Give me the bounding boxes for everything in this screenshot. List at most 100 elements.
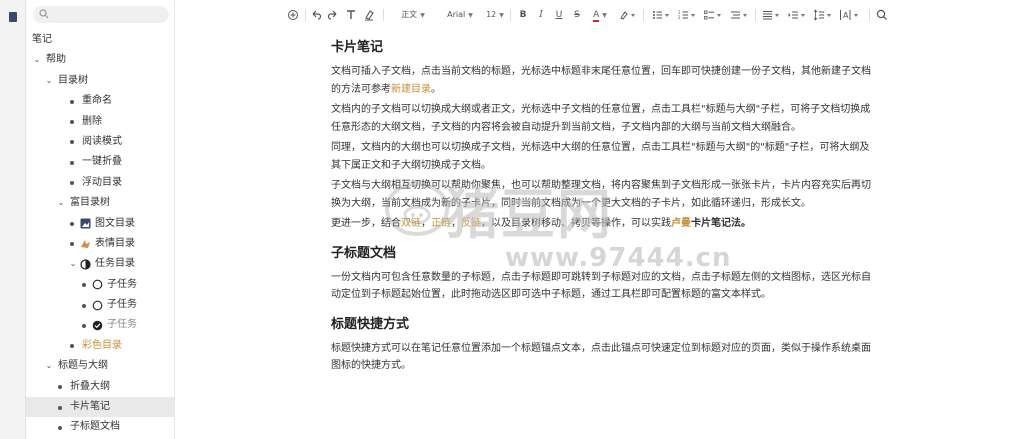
task-list-icon[interactable]: [703, 8, 723, 22]
paragraph: 一份文档内可包含任意数量的子标题，点击子标题即可跳转到子标题对应的文档，点击子标…: [331, 271, 871, 301]
link-luhmann[interactable]: 卢曼: [671, 218, 691, 229]
heading-heading-shortcut: 标题快捷方式: [331, 316, 410, 332]
align-icon[interactable]: [761, 8, 781, 22]
numbered-list-icon[interactable]: 12: [677, 8, 697, 22]
chevron-down-icon[interactable]: ⌄: [44, 356, 54, 376]
tree-item-task-dir[interactable]: ⌄ 任务目录: [26, 254, 174, 274]
chevron-down-icon: ▼: [468, 12, 473, 19]
bold-icon[interactable]: B: [517, 8, 529, 22]
notebook-icon[interactable]: [9, 12, 17, 22]
watermark-url: www.97444.cn: [505, 243, 732, 273]
chevron-down-icon[interactable]: ⌄: [32, 50, 42, 70]
underline-icon[interactable]: U: [553, 8, 565, 22]
checkbox-empty-icon[interactable]: [92, 300, 103, 311]
tree-item-reading-mode[interactable]: 阅读模式: [26, 132, 174, 152]
text: 。: [431, 83, 441, 95]
tree-item-delete[interactable]: 删除: [26, 112, 174, 132]
tree-item-floating[interactable]: 浮动目录: [26, 173, 174, 193]
chevron-down-icon: ▼: [420, 12, 425, 19]
list-level-icon[interactable]: [729, 8, 749, 22]
tree-item-rich-tree[interactable]: ⌄ 富目录树: [26, 193, 174, 213]
tree-item-label: 折叠大纲: [70, 380, 110, 392]
chevron-down-icon[interactable]: ⌄: [68, 254, 78, 274]
tree-item-label: 阅读模式: [82, 135, 122, 147]
tree-item-label: 彩色目录: [82, 339, 122, 351]
font-size-select[interactable]: 12 ▼: [483, 8, 507, 22]
redo-icon[interactable]: [327, 8, 339, 22]
app-window: 笔记 ⌄ 帮助 ⌄ 目录树 重命名 删除 阅读模式 一键折叠 浮动目录 ⌄ 富目…: [0, 0, 1024, 439]
tree-item-notes[interactable]: 笔记: [26, 30, 174, 50]
highlight-icon[interactable]: [619, 8, 637, 22]
tree-item-label: 富目录树: [70, 197, 110, 209]
task-progress-icon: [80, 259, 91, 270]
bullet-icon: [82, 323, 86, 328]
search-icon: [39, 9, 49, 19]
tree-item-label: 目录树: [58, 74, 88, 86]
bullet-icon: [70, 181, 74, 186]
tree-item-subheading-doc[interactable]: 子标题文档: [26, 417, 174, 437]
tree-item-label: 一键折叠: [82, 156, 122, 168]
directory-tree: 笔记 ⌄ 帮助 ⌄ 目录树 重命名 删除 阅读模式 一键折叠 浮动目录 ⌄ 富目…: [26, 30, 174, 438]
bullet-icon: [58, 405, 62, 410]
bullet-icon: [70, 120, 74, 125]
font-family-select[interactable]: Arial ▼: [437, 8, 483, 22]
tree-item-headings[interactable]: ⌄ 标题与大纲: [26, 356, 174, 376]
tree-item-directory-tree[interactable]: ⌄ 目录树: [26, 71, 174, 91]
search-input[interactable]: [33, 6, 169, 23]
search-icon[interactable]: [875, 8, 889, 22]
clear-format-icon[interactable]: [363, 8, 375, 22]
chevron-down-icon[interactable]: ⌄: [56, 193, 66, 213]
svg-text:2: 2: [678, 15, 681, 20]
bullet-icon: [58, 425, 62, 430]
checkbox-checked-icon[interactable]: [92, 320, 103, 331]
tree-item-card-notes[interactable]: 卡片笔记: [26, 397, 174, 418]
letter-spacing-icon[interactable]: A: [839, 8, 863, 22]
bullet-icon: [70, 344, 74, 349]
tree-item-color-dir[interactable]: 彩色目录: [26, 336, 174, 356]
paragraph: 文档可插入子文档，点击当前文档的标题，光标选中标题非末尾任意位置，回车即可快捷创…: [331, 63, 876, 98]
bullet-icon: [82, 303, 86, 308]
tree-item-label: 笔记: [32, 34, 52, 45]
indent-icon[interactable]: [787, 8, 807, 22]
chevron-down-icon[interactable]: ⌄: [44, 71, 54, 91]
italic-icon[interactable]: I: [535, 8, 547, 22]
link-new-directory[interactable]: 新建目录: [391, 84, 431, 95]
paragraph-style-value: 正文: [401, 10, 418, 19]
bullet-icon: [70, 160, 74, 165]
paragraph-style-select[interactable]: 正文 ▼: [393, 8, 433, 22]
tree-item-help[interactable]: ⌄ 帮助: [26, 50, 174, 70]
tree-item-subtask-1[interactable]: 子任务: [26, 275, 174, 295]
tree-item-fold-outline[interactable]: 折叠大纲: [26, 377, 174, 397]
emoji-icon: [81, 240, 90, 249]
toolbar-divider: [755, 9, 756, 21]
tree-item-label: 帮助: [46, 54, 66, 66]
bullet-icon: [82, 283, 86, 288]
tree-item-label: 子任务: [107, 278, 137, 290]
format-painter-icon[interactable]: [345, 8, 357, 22]
tree-item-label: 浮动目录: [82, 176, 122, 188]
tree-item-label: 图文目录: [95, 217, 135, 229]
toolbar-divider: [869, 9, 870, 21]
editor-toolbar: 正文 ▼ Arial ▼ 12 ▼ B I U S A ▼ 12 A: [175, 0, 1024, 30]
tree-item-rename[interactable]: 重命名: [26, 91, 174, 111]
tree-item-image-dir[interactable]: 图文目录: [26, 214, 174, 234]
heading-card-notes: 卡片笔记: [331, 40, 384, 55]
insert-icon[interactable]: [287, 8, 299, 22]
tree-item-label: 子任务: [107, 299, 137, 311]
font-family-value: Arial: [447, 10, 466, 19]
bullet-icon: [70, 242, 74, 247]
svg-text:A: A: [843, 11, 849, 20]
checkbox-empty-icon[interactable]: [92, 279, 103, 290]
tree-item-emoji-dir[interactable]: 表情目录: [26, 234, 174, 254]
text: 卡片笔记法。: [691, 218, 751, 229]
tree-item-subtask-3[interactable]: 子任务: [26, 315, 174, 335]
text-color-icon[interactable]: A ▼: [591, 8, 609, 22]
strikethrough-icon[interactable]: S: [571, 8, 583, 22]
bullet-list-icon[interactable]: [651, 8, 671, 22]
tree-item-collapse[interactable]: 一键折叠: [26, 152, 174, 172]
undo-icon[interactable]: [310, 8, 322, 22]
tree-item-label: 子标题文档: [70, 421, 120, 433]
line-height-icon[interactable]: [813, 8, 833, 22]
bullet-icon: [58, 385, 62, 390]
tree-item-subtask-2[interactable]: 子任务: [26, 295, 174, 315]
